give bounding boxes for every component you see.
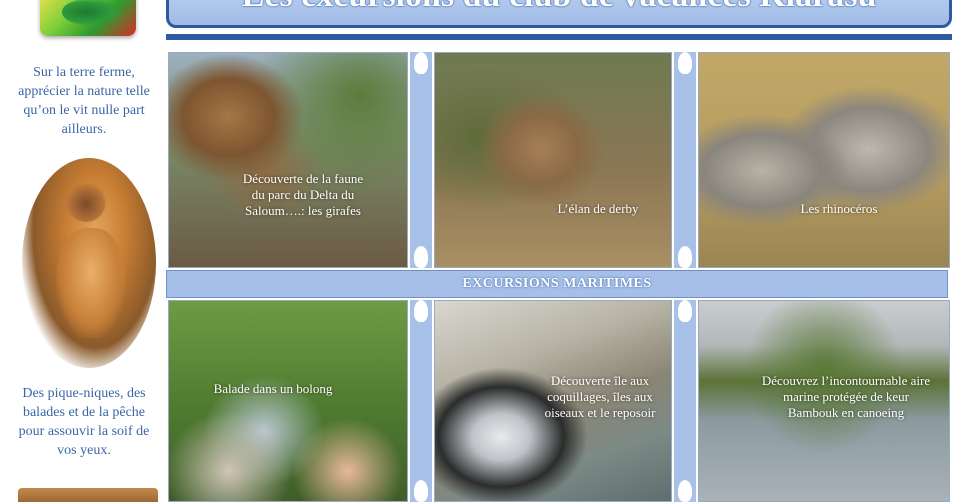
caption-shells: Découverte île aux coquillages, îles aux…	[544, 373, 656, 420]
column-divider	[674, 300, 696, 502]
column-divider	[410, 52, 432, 268]
sidebar-text-picnic: Des pique-niques, des balades et de la p…	[18, 386, 150, 458]
photo-eland: L’élan de derby	[434, 52, 672, 268]
club-logo	[40, 0, 136, 36]
page-header: Les excursions du club de vacances Kiara…	[166, 0, 952, 28]
bottom-photo	[18, 488, 158, 502]
caption-giraffes: Découverte de la faune du parc du Delta …	[242, 171, 364, 218]
maritime-banner: EXCURSIONS MARITIMES	[166, 270, 948, 298]
caption-eland: L’élan de derby	[557, 201, 639, 216]
caption-bolong: Balade dans un bolong	[213, 381, 333, 396]
monkey-photo	[22, 158, 156, 368]
column-divider	[410, 300, 432, 502]
photo-rhinos: Les rhinocéros	[698, 52, 950, 268]
sidebar-text-land: Sur la terre ferme, apprécier la nature …	[18, 65, 150, 137]
header-rule	[166, 34, 952, 40]
photo-shells-island: Découverte île aux coquillages, îles aux…	[434, 300, 672, 502]
caption-bambouk: Découvrez l’incontournable aire marine p…	[761, 373, 931, 420]
photo-bambouk: Découvrez l’incontournable aire marine p…	[698, 300, 950, 502]
photo-bolong: Balade dans un bolong	[168, 300, 408, 502]
photo-giraffes: Découverte de la faune du parc du Delta …	[168, 52, 408, 268]
page-title: Les excursions du club de vacances Kiara…	[169, 0, 949, 15]
column-divider	[674, 52, 696, 268]
caption-rhinos: Les rhinocéros	[800, 201, 878, 216]
banner-label: EXCURSIONS MARITIMES	[462, 276, 652, 291]
